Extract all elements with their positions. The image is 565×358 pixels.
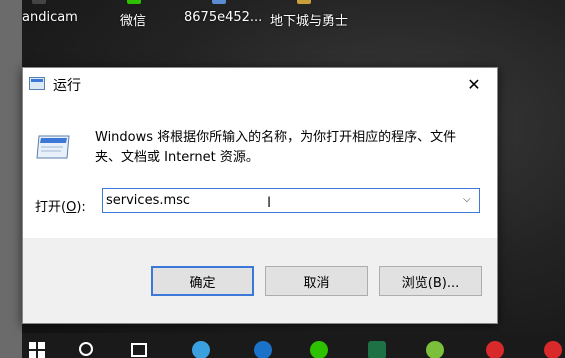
desktop-icon-label[interactable]: 微信 [120,10,146,29]
run-dialog: 运行 ✕ Windows 将根据你所输入的名称，为你打开相应的程序、文件夹、文档… [22,67,498,324]
edge-icon[interactable] [254,341,272,358]
bandicam-icon[interactable] [32,0,46,4]
cancel-button[interactable]: 取消 [265,266,368,296]
screen: andicam 微信 8675e452... 地下城与勇士 运行 ✕ Windo… [0,0,565,358]
task-view-icon[interactable] [130,341,148,358]
command-input[interactable] [102,188,480,213]
search-icon[interactable] [78,341,96,358]
dialog-title-bar[interactable]: 运行 ✕ [23,68,497,100]
close-icon: ✕ [467,74,481,94]
game-icon[interactable] [426,341,444,358]
dialog-title: 运行 [53,78,81,94]
record-icon[interactable] [544,341,562,358]
chevron-down-icon[interactable]: ⌵ [463,194,471,205]
desktop-icon-label[interactable]: 地下城与勇士 [270,10,348,29]
desktop-icon-label[interactable]: 8675e452... [184,10,262,25]
dialog-content: Windows 将根据你所输入的名称，为你打开相应的程序、文件夹、文档或 Int… [23,100,497,238]
wechat-icon[interactable] [310,341,328,358]
browse-button[interactable]: 浏览(B)... [379,266,482,296]
ok-button[interactable]: 确定 [151,266,254,296]
app-icon[interactable] [192,341,210,358]
taskbar [22,333,565,358]
file-desktop-icon[interactable] [212,0,226,4]
text-cursor-icon: I [267,195,272,211]
dialog-description: Windows 将根据你所输入的名称，为你打开相应的程序、文件夹、文档或 Int… [95,130,457,165]
wechat-desktop-icon[interactable] [127,0,141,4]
desktop-icon-label[interactable]: andicam [22,10,78,25]
start-icon[interactable] [28,341,46,358]
close-button[interactable]: ✕ [451,68,497,100]
netease-music-icon[interactable] [486,341,504,358]
run-title-icon [29,77,45,90]
open-label: 打开(O): [35,200,86,215]
desktop-left-edge [0,0,22,358]
excel-icon[interactable] [368,341,386,358]
game-desktop-icon[interactable] [297,0,311,4]
run-program-icon [36,135,70,159]
desktop-icon-row: andicam 微信 8675e452... 地下城与勇士 [22,0,565,36]
